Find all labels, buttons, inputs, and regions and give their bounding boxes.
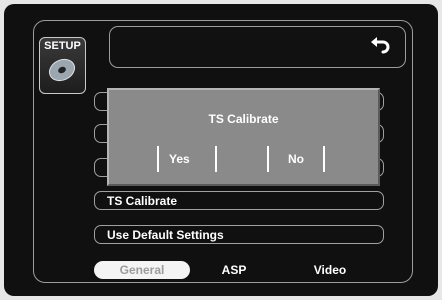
- tab-asp[interactable]: ASP: [209, 261, 259, 279]
- tab-general[interactable]: General: [94, 261, 190, 279]
- setup-badge: SETUP: [39, 37, 86, 94]
- title-bar: [109, 26, 406, 68]
- dialog-title: TS Calibrate: [208, 112, 279, 126]
- disc-icon: [48, 58, 76, 82]
- yes-button[interactable]: Yes: [157, 146, 217, 172]
- back-arrow-icon[interactable]: [370, 36, 392, 54]
- no-button[interactable]: No: [267, 146, 325, 172]
- setup-label: SETUP: [44, 40, 81, 52]
- tab-bar: General ASP Video: [33, 258, 414, 282]
- menu-item-ts-calibrate[interactable]: TS Calibrate: [94, 191, 384, 210]
- ts-calibrate-dialog: TS Calibrate Yes No: [107, 88, 380, 186]
- menu-item-use-default-settings[interactable]: Use Default Settings: [94, 225, 384, 244]
- tab-video[interactable]: Video: [300, 261, 360, 279]
